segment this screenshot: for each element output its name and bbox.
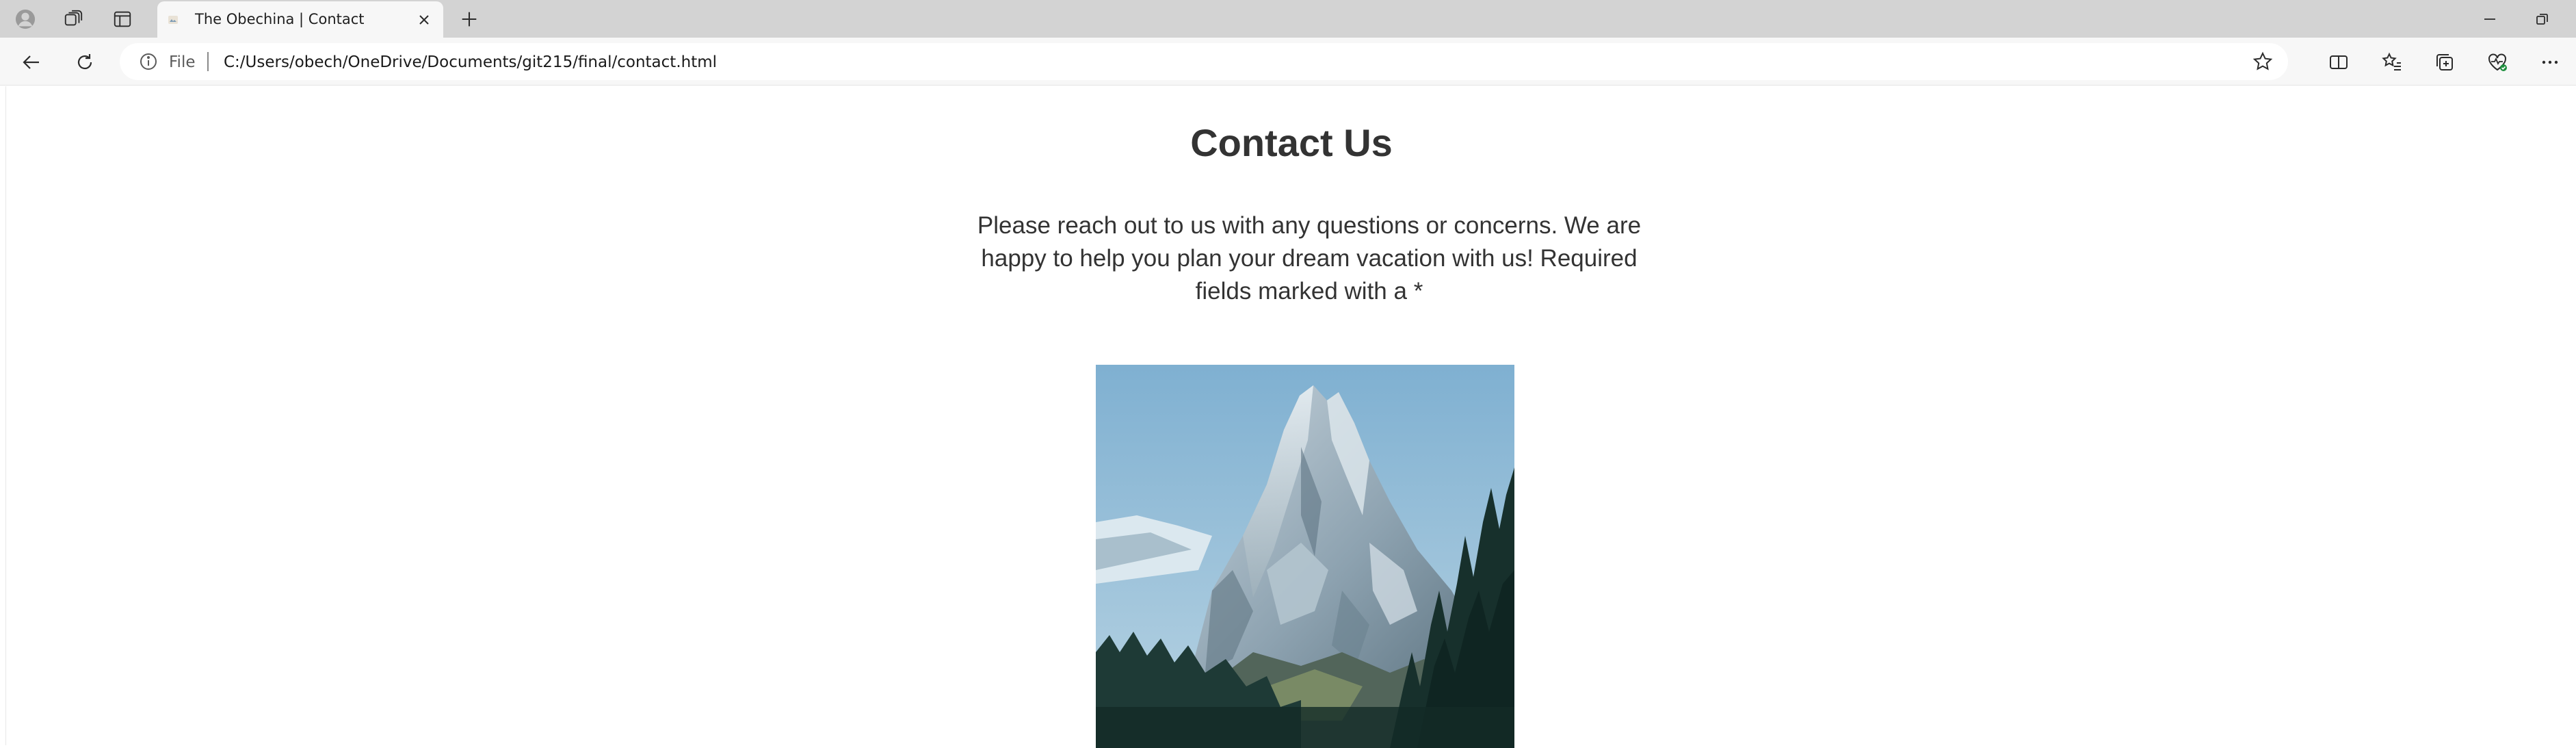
favorites-icon	[2382, 52, 2401, 70]
new-tab-button[interactable]	[448, 0, 490, 38]
refresh-icon	[77, 54, 92, 70]
close-tab-button[interactable]	[413, 9, 435, 31]
refresh-button[interactable]	[67, 44, 103, 80]
minimize-icon	[2484, 18, 2495, 20]
address-separator	[207, 52, 209, 71]
profile-icon	[15, 9, 36, 29]
back-arrow-icon	[23, 55, 39, 69]
tab-active[interactable]: The Obechina | Contact	[157, 1, 443, 38]
close-icon	[419, 15, 429, 25]
star-icon[interactable]	[2252, 51, 2273, 72]
split-screen-icon	[2330, 55, 2348, 69]
page-title: Contact Us	[1190, 121, 1393, 164]
collections-icon	[2436, 54, 2453, 70]
split-screen-button[interactable]	[2321, 44, 2356, 80]
browser-essentials-button[interactable]	[2480, 44, 2515, 80]
tab-title: The Obechina | Contact	[195, 11, 365, 27]
address-bar[interactable]: File C:/Users/obech/OneDrive/Documents/g…	[120, 43, 2288, 80]
minimize-button[interactable]	[2466, 0, 2514, 38]
toolbar: File C:/Users/obech/OneDrive/Documents/g…	[0, 38, 2576, 86]
workspaces-icon	[64, 10, 83, 25]
profile-button[interactable]	[4, 0, 47, 38]
intro-paragraph: Please reach out to us with any question…	[977, 212, 1642, 305]
page-viewport: Contact Us Please reach out to us with a…	[5, 86, 2576, 748]
back-button[interactable]	[14, 44, 49, 80]
favorites-button[interactable]	[2374, 44, 2410, 80]
heart-pulse-icon	[2488, 53, 2507, 71]
plus-icon	[462, 12, 477, 26]
scheme-label: File	[169, 53, 196, 71]
tab-actions-button[interactable]	[101, 0, 144, 38]
settings-more-button[interactable]	[2532, 44, 2568, 80]
site-favicon	[168, 16, 178, 24]
url-text[interactable]: C:/Users/obech/OneDrive/Documents/git215…	[224, 53, 717, 71]
mountain-photo	[1096, 365, 1514, 748]
workspaces-button[interactable]	[52, 0, 94, 38]
info-icon[interactable]	[139, 52, 158, 71]
restore-button[interactable]	[2519, 0, 2566, 38]
vertical-tabs-icon	[114, 11, 131, 27]
restore-icon	[2536, 13, 2548, 25]
more-icon	[2542, 60, 2558, 64]
collections-button[interactable]	[2427, 44, 2462, 80]
tab-strip: The Obechina | Contact	[0, 0, 2576, 38]
